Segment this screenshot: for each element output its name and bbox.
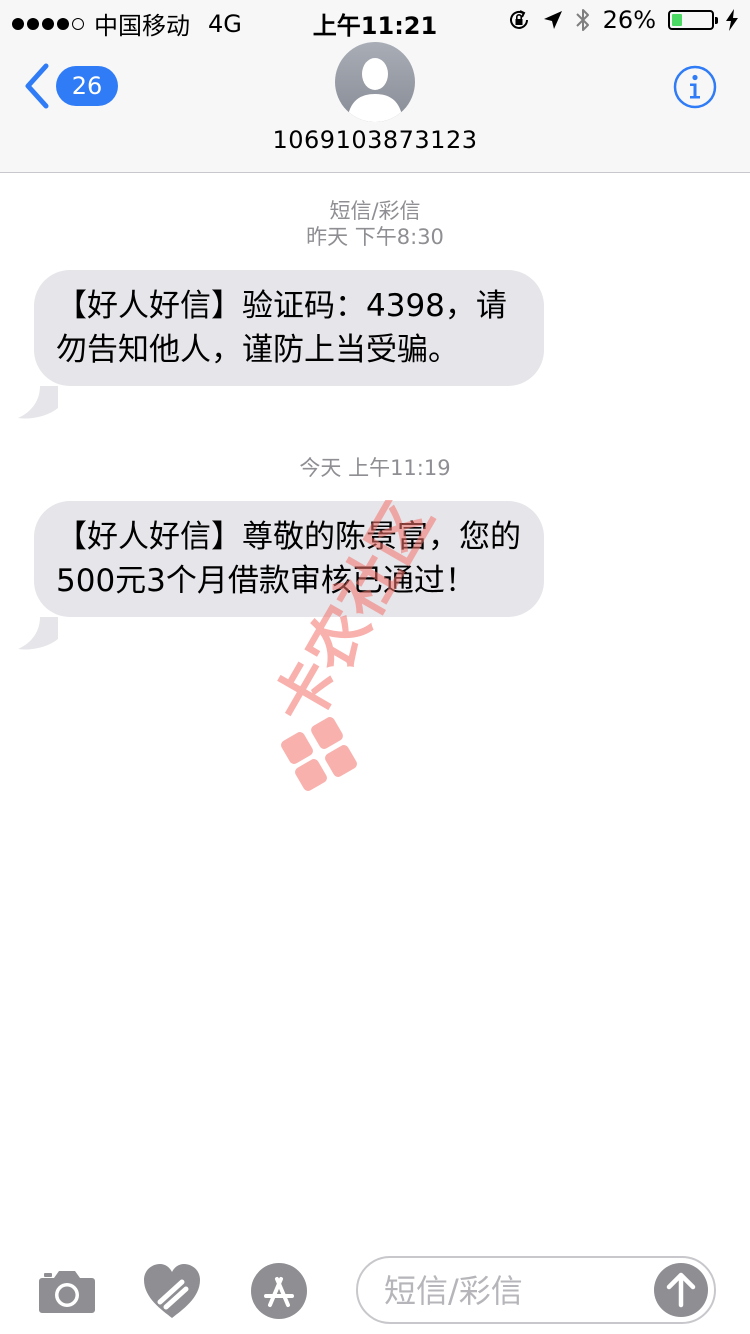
contact-avatar[interactable] [335, 42, 415, 122]
app-store-icon[interactable] [250, 1262, 308, 1320]
chevron-left-icon [25, 63, 49, 109]
status-bar: 中国移动 4G 上午11:21 26% [0, 0, 750, 40]
location-arrow-icon [543, 11, 562, 29]
bubble-tail [18, 617, 58, 650]
charging-bolt-icon [726, 9, 738, 31]
battery-percent: 26% [602, 6, 656, 34]
message-bubble[interactable]: 【好人好信】验证码：4398，请勿告知他人，谨防上当受骗。 [34, 270, 544, 386]
message-input-field[interactable] [356, 1256, 716, 1324]
service-label: 短信/彩信 [329, 199, 421, 223]
orientation-lock-icon [509, 10, 528, 29]
bubble-tail [18, 386, 58, 419]
send-arrow-icon [666, 1272, 696, 1308]
info-icon[interactable] [673, 65, 717, 109]
camera-icon[interactable] [38, 1268, 96, 1314]
contact-number[interactable]: 1069103873123 [0, 126, 750, 154]
unread-count-badge: 26 [56, 66, 118, 106]
digital-touch-icon[interactable] [142, 1262, 202, 1320]
message-timestamp: 昨天 下午8:30 [306, 225, 444, 249]
battery-icon [668, 10, 718, 30]
send-button[interactable] [654, 1263, 708, 1317]
message-input[interactable] [382, 1258, 646, 1324]
bluetooth-icon [575, 9, 589, 31]
message-bubble[interactable]: 【好人好信】尊敬的陈景富，您的500元3个月借款审核已通过！ [34, 501, 544, 617]
person-silhouette-icon [347, 58, 403, 122]
compose-bar [0, 1248, 750, 1334]
message-timestamp: 今天 上午11:19 [299, 456, 451, 480]
back-button[interactable]: 26 [22, 62, 118, 110]
